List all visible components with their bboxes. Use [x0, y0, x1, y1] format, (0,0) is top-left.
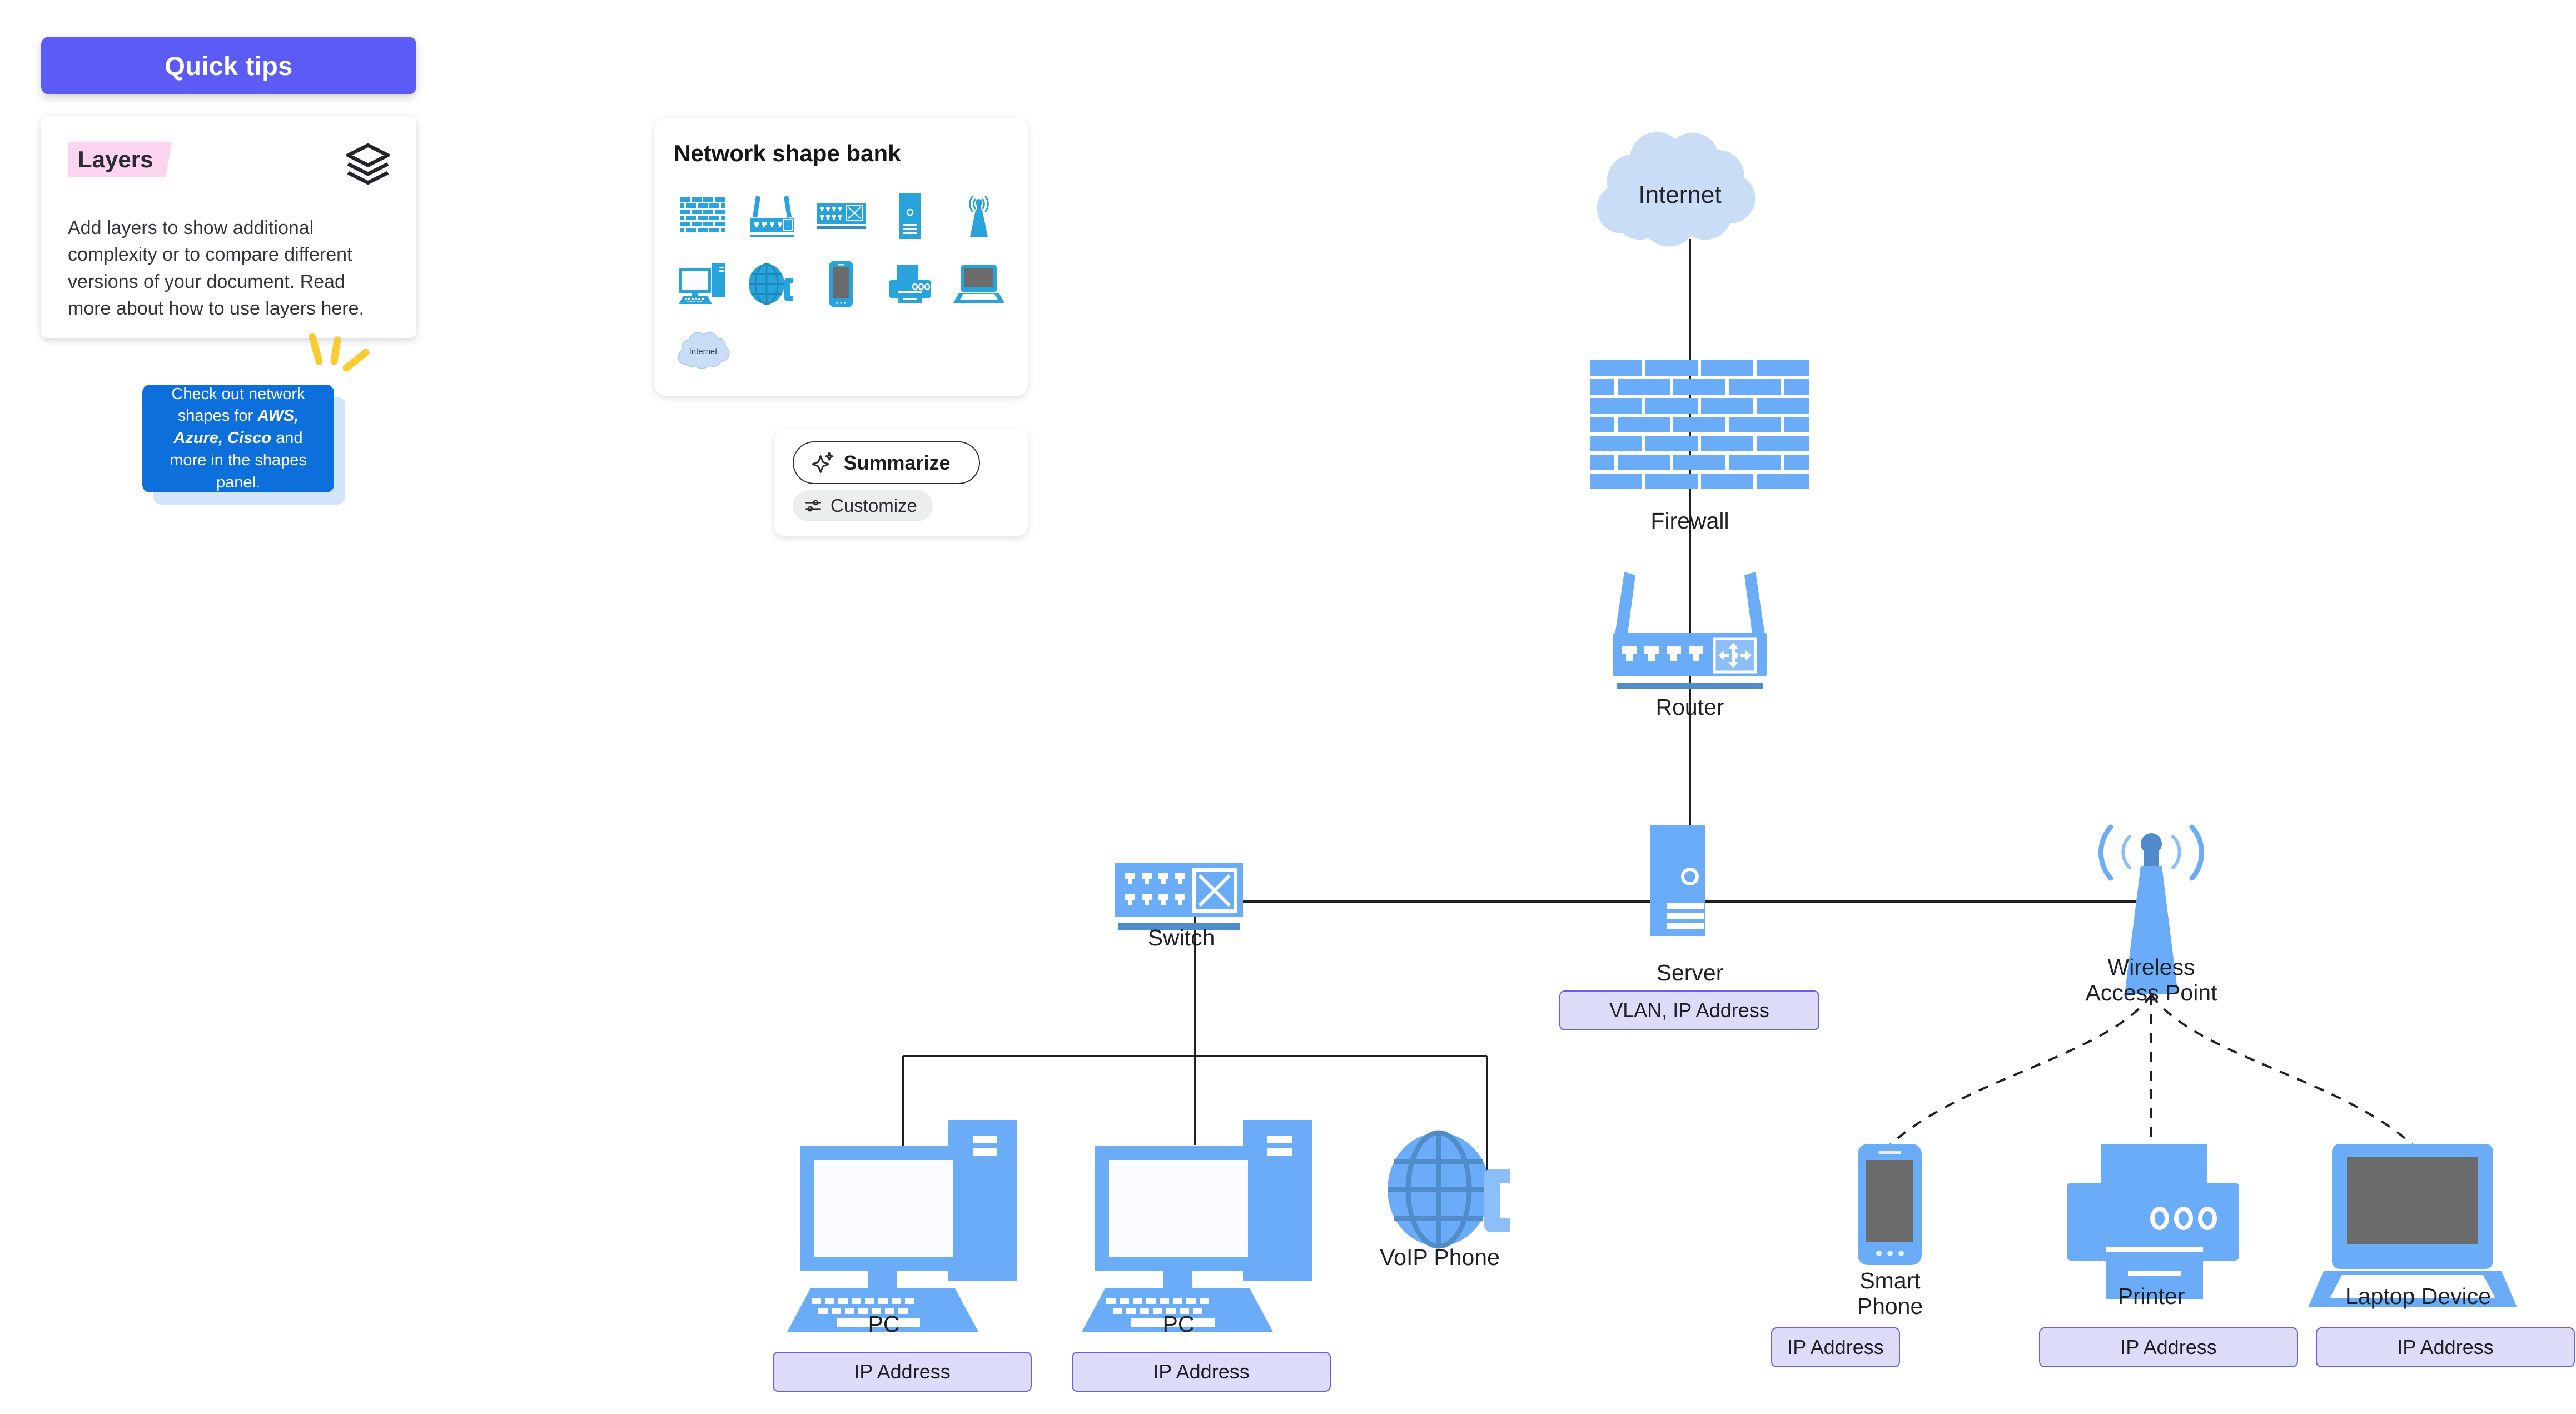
- node-laptop[interactable]: [2308, 1144, 2517, 1307]
- brick-wall-icon: [1590, 360, 1809, 489]
- router-arrows: [1718, 643, 1752, 668]
- node-server[interactable]: [1650, 825, 1705, 936]
- badge-laptop-ip: IP Address: [2316, 1327, 2575, 1367]
- node-printer[interactable]: [2067, 1144, 2239, 1299]
- quick-tips-header[interactable]: Quick tips: [41, 37, 416, 94]
- link-wap-smartphone: [1889, 994, 2152, 1146]
- node-label-router: Router: [1655, 694, 1724, 720]
- node-label-smartphone: Smart Phone: [1857, 1268, 1923, 1319]
- shape-bank-item-laptop[interactable]: [944, 251, 1013, 319]
- firewall-icon: [680, 196, 727, 239]
- shapes-panel-note-text: Check out network shapes for AWS, Azure,…: [157, 384, 320, 494]
- note-line-2-pre: shapes for: [177, 407, 258, 425]
- quick-tips-title: Quick tips: [165, 51, 293, 81]
- summarize-widget: Summarize Customize: [774, 429, 1028, 536]
- badge-pc-2-ip: IP Address: [1072, 1352, 1331, 1392]
- shapes-panel-note: Check out network shapes for AWS, Azure,…: [142, 385, 334, 492]
- node-voip-phone[interactable]: [1388, 1130, 1510, 1249]
- node-pc-2[interactable]: [1082, 1120, 1312, 1332]
- shape-bank-item-switch[interactable]: [807, 183, 876, 251]
- node-label-server: Server: [1656, 960, 1724, 985]
- shape-bank-row: [669, 251, 1013, 319]
- node-pc-1[interactable]: [787, 1120, 1017, 1332]
- sliders-icon: [804, 496, 823, 515]
- router-icon: [747, 193, 797, 242]
- shape-bank-item-server[interactable]: [876, 183, 944, 251]
- node-label-pc-2: PC: [1162, 1311, 1195, 1337]
- note-line-1: Check out network: [171, 385, 305, 403]
- node-label-voip: VoIP Phone: [1380, 1244, 1500, 1270]
- server-icon: [897, 192, 923, 243]
- cloud-icon: [1597, 132, 1756, 247]
- shape-bank-item-pc[interactable]: [669, 251, 738, 319]
- shape-bank-row: Internet: [669, 319, 1013, 387]
- server-tower-icon: [1650, 825, 1705, 936]
- shape-bank-item-smartphone[interactable]: [807, 251, 876, 319]
- customize-label: Customize: [831, 495, 917, 516]
- quick-tips-body: Add layers to show additional complexity…: [68, 217, 364, 319]
- node-label-internet: Internet: [1638, 181, 1721, 208]
- node-label-firewall: Firewall: [1650, 508, 1729, 534]
- laptop-icon: [953, 264, 1004, 307]
- layers-tag-label: Layers: [68, 142, 172, 177]
- desktop-pc-icon: [1082, 1120, 1312, 1332]
- node-router[interactable]: [1613, 572, 1767, 689]
- link-wap-laptop: [2150, 994, 2414, 1146]
- shape-bank-row: [669, 183, 1013, 251]
- globe-phone-icon: [748, 262, 797, 309]
- node-label-printer: Printer: [2117, 1283, 2185, 1309]
- cloud-shape-label: Internet: [689, 347, 718, 356]
- wireless-links: [1889, 994, 2414, 1146]
- link-switch-bus: [902, 1055, 1488, 1178]
- shape-bank-item-voip-phone[interactable]: [738, 251, 807, 319]
- printer-icon: [2067, 1144, 2239, 1299]
- quick-tips-card: Layers Add layers to show additional com…: [41, 116, 416, 338]
- shape-bank-grid: Internet: [669, 183, 1013, 387]
- layers-tag-wrap: Layers: [68, 142, 172, 177]
- layers-icon: [344, 140, 392, 188]
- sparkle-icon: [810, 450, 836, 476]
- customize-button[interactable]: Customize: [793, 490, 933, 521]
- shape-bank-item-antenna[interactable]: [944, 183, 1013, 251]
- badge-printer-ip: IP Address: [2039, 1327, 2298, 1367]
- sparkle-marks-icon: [303, 329, 375, 382]
- pc-icon: [678, 262, 729, 309]
- node-label-wap: Wireless Access Point: [2085, 954, 2217, 1005]
- summarize-button[interactable]: Summarize: [793, 441, 980, 484]
- node-label-pc-1: PC: [868, 1311, 900, 1337]
- globe-phone-icon: [1388, 1130, 1510, 1249]
- printer-icon: [887, 263, 933, 307]
- diagram-connectors: [902, 239, 2151, 1178]
- cloud-icon: Internet: [674, 331, 732, 375]
- desktop-pc-icon: [787, 1120, 1017, 1332]
- shape-bank-item-firewall[interactable]: [669, 183, 738, 251]
- canvas: Quick tips Layers Add layers to show add…: [0, 0, 2576, 1414]
- smartphone-icon: [828, 260, 854, 311]
- node-label-laptop: Laptop Device: [2345, 1283, 2492, 1309]
- switch-icon: [1115, 863, 1243, 930]
- router-ports: [1622, 646, 1703, 661]
- antenna-icon: [957, 193, 1001, 242]
- badge-server-vlan: VLAN, IP Address: [1559, 990, 1819, 1030]
- switch-icon: [815, 202, 867, 233]
- laptop-icon: [2308, 1144, 2517, 1307]
- network-shape-bank-panel: Network shape bank Internet: [654, 118, 1028, 396]
- node-firewall[interactable]: [1590, 360, 1809, 489]
- node-switch[interactable]: [1115, 863, 1243, 930]
- shape-bank-item-router[interactable]: [738, 183, 807, 251]
- shape-bank-item-internet-cloud[interactable]: Internet: [669, 319, 738, 387]
- node-label-switch: Switch: [1147, 925, 1215, 950]
- node-smartphone[interactable]: [1858, 1144, 1922, 1265]
- shape-bank-title: Network shape bank: [674, 140, 901, 166]
- router-icon: [1613, 572, 1767, 689]
- router-status-panel: [1713, 637, 1757, 674]
- shape-bank-item-printer[interactable]: [876, 251, 944, 319]
- node-internet[interactable]: Internet: [1597, 132, 1756, 247]
- summarize-label: Summarize: [843, 451, 951, 474]
- smartphone-icon: [1858, 1144, 1922, 1265]
- badge-smartphone-ip: IP Address: [1771, 1327, 1900, 1367]
- note-line-3-bold: Cisco: [227, 429, 272, 447]
- badge-pc-1-ip: IP Address: [773, 1352, 1032, 1392]
